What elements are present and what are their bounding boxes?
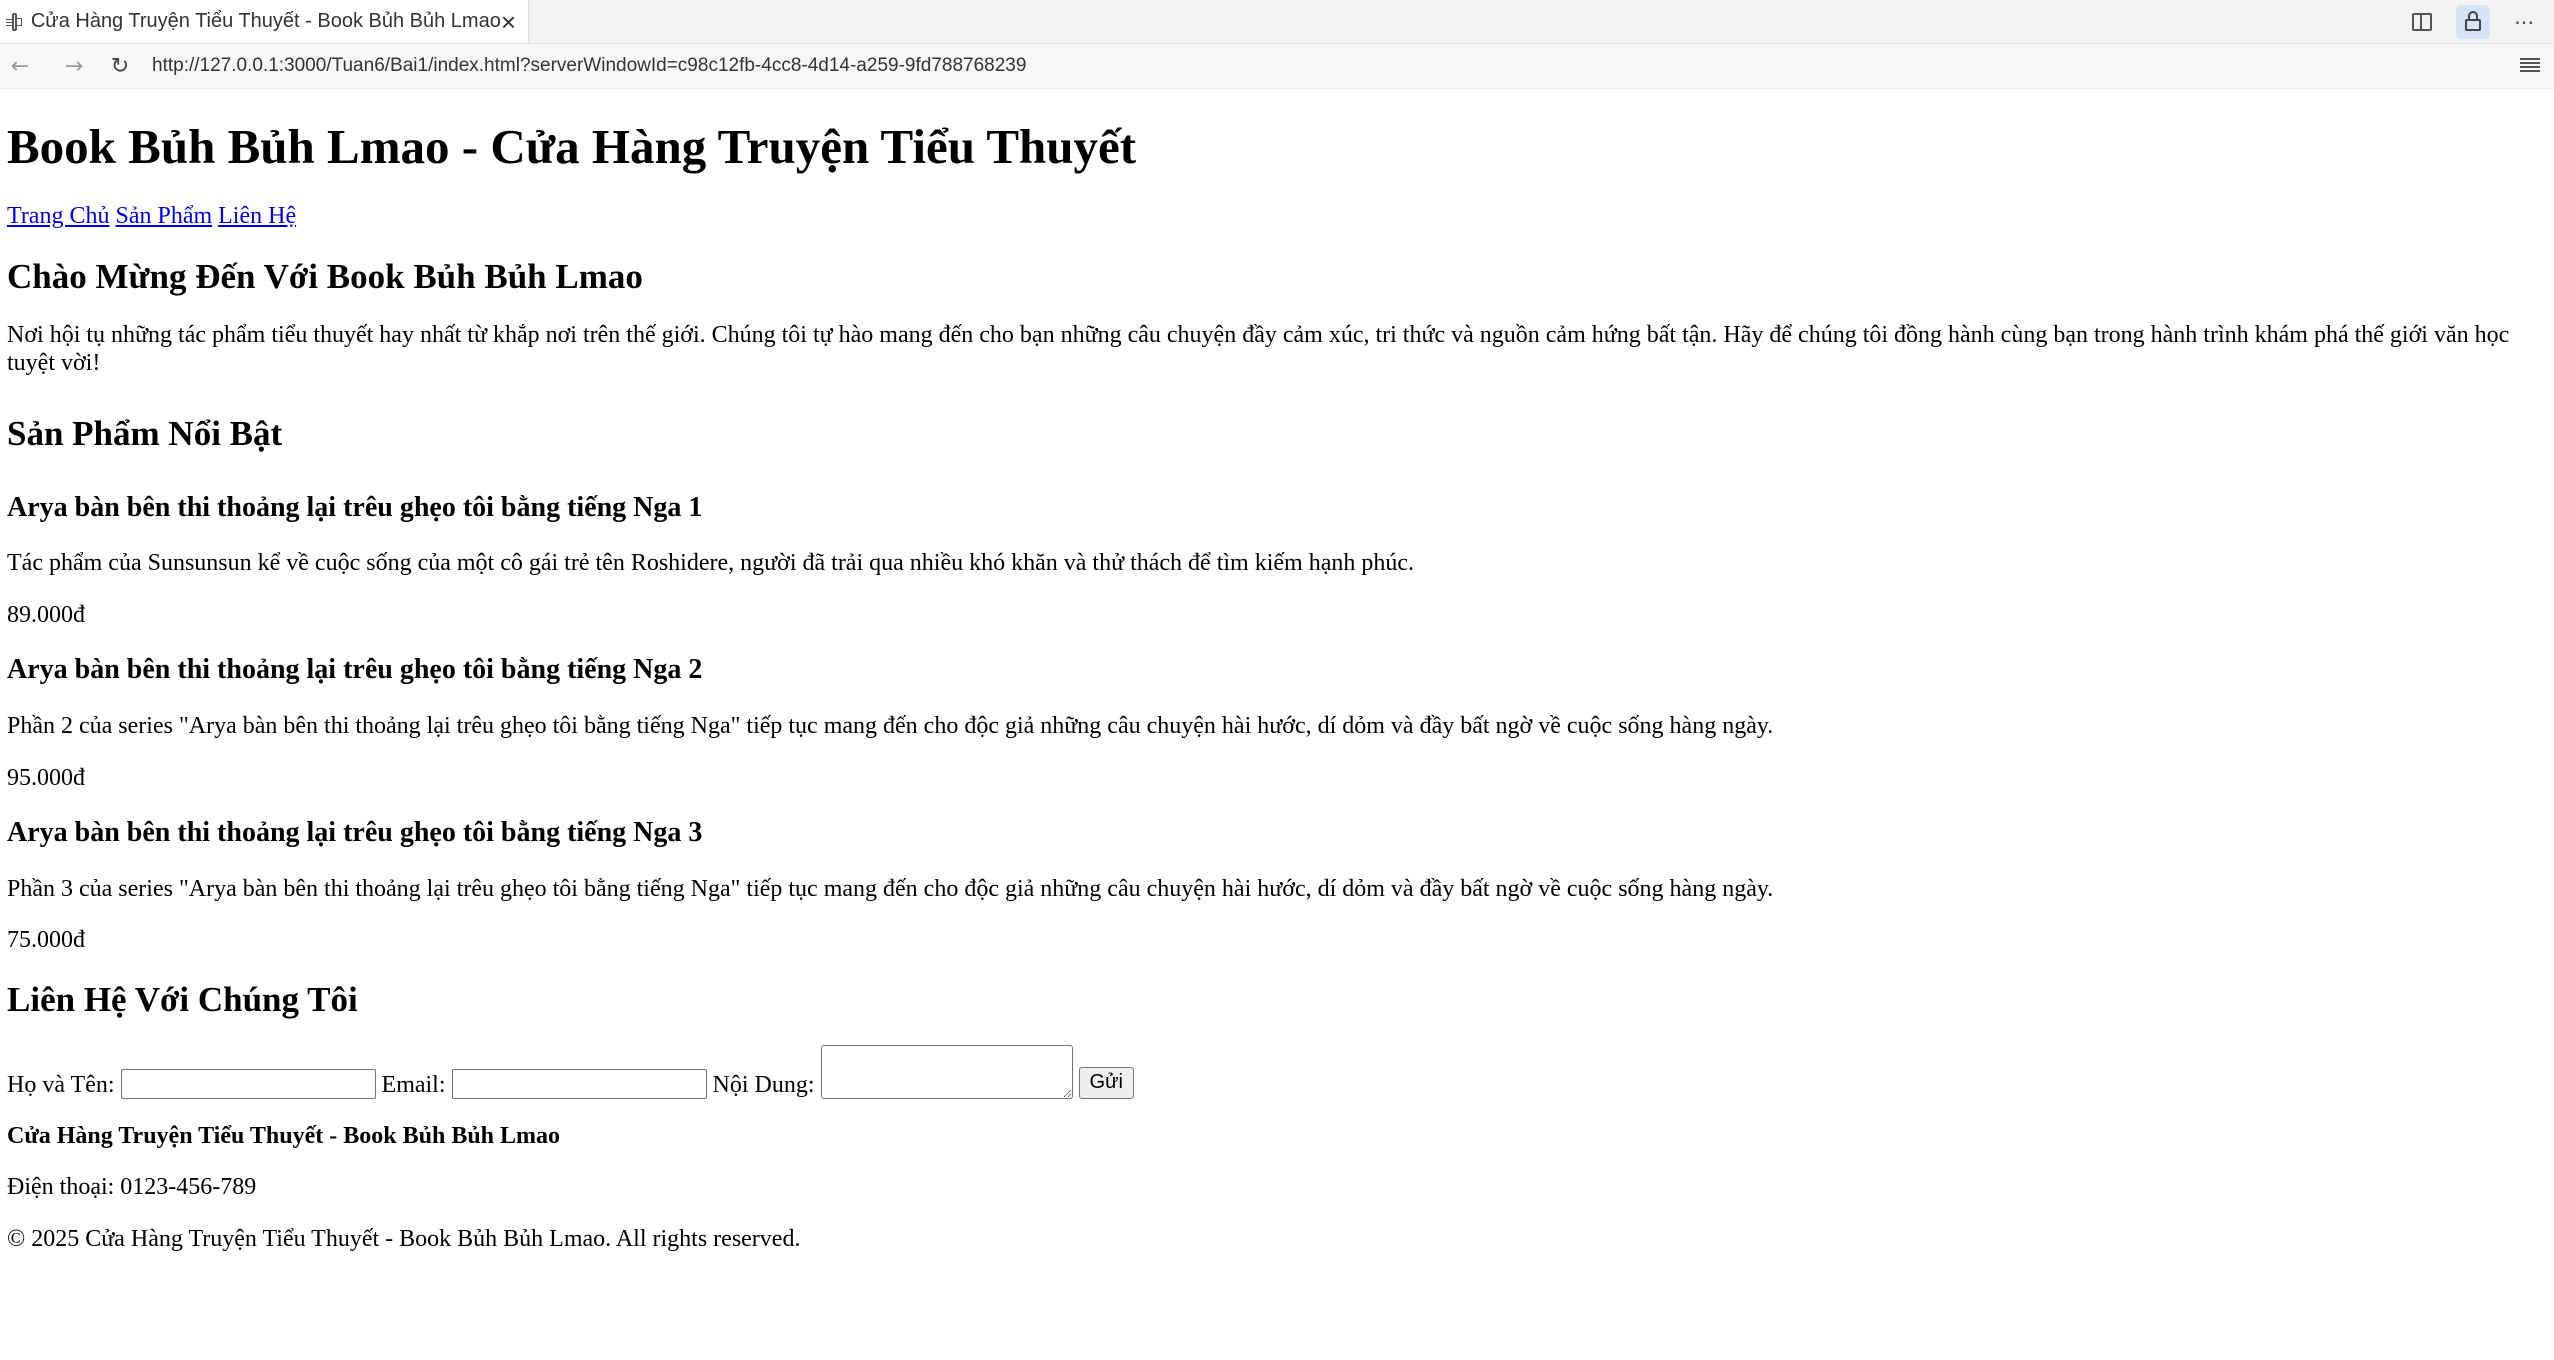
split-view-icon[interactable] bbox=[2410, 10, 2434, 34]
more-icon[interactable]: ⋯ bbox=[2512, 10, 2536, 34]
reader-mode-icon[interactable] bbox=[2520, 55, 2540, 75]
email-input[interactable] bbox=[451, 1068, 707, 1099]
name-label: Họ và Tên: bbox=[7, 1071, 115, 1098]
contact-form: Họ và Tên: Email: Nội Dung: Gửi bbox=[7, 1044, 2547, 1099]
footer-phone: Điện thoại: 0123-456-789 bbox=[7, 1174, 257, 1201]
product-item: Arya bàn bên thi thoảng lại trêu ghẹo tô… bbox=[7, 491, 2547, 630]
submit-button[interactable]: Gửi bbox=[1078, 1066, 1134, 1099]
nav-link-home[interactable]: Trang Chủ bbox=[7, 203, 109, 229]
product-description: Phần 3 của series "Arya bàn bên thi thoả… bbox=[7, 875, 1774, 902]
site-title: Book Bủh Bủh Lmao - Cửa Hàng Truyện Tiểu… bbox=[7, 119, 1137, 174]
products-section: Sản Phẩm Nổi Bật Arya bàn bên thi thoảng… bbox=[7, 413, 2547, 955]
name-input[interactable] bbox=[120, 1068, 376, 1099]
back-icon[interactable]: ← bbox=[8, 54, 32, 79]
tab-title: Cửa Hàng Truyện Tiểu Thuyết - Book Bủh B… bbox=[30, 10, 501, 32]
main-nav: Trang Chủ Sản Phẩm Liên Hệ bbox=[7, 203, 2547, 230]
product-price: 75.000đ bbox=[7, 927, 85, 954]
product-price: 95.000đ bbox=[7, 764, 85, 791]
product-name: Arya bàn bên thi thoảng lại trêu ghẹo tô… bbox=[7, 491, 703, 523]
forward-icon[interactable]: → bbox=[62, 54, 86, 79]
footer-copyright: © 2025 Cửa Hàng Truyện Tiểu Thuyết - Boo… bbox=[7, 1226, 801, 1253]
product-description: Phần 2 của series "Arya bàn bên thi thoả… bbox=[7, 712, 1774, 739]
products-title: Sản Phẩm Nổi Bật bbox=[7, 413, 283, 453]
close-icon[interactable]: × bbox=[501, 9, 516, 35]
welcome-title: Chào Mừng Đến Với Book Bủh Bủh Lmao bbox=[7, 257, 643, 297]
lock-button[interactable] bbox=[2456, 4, 2490, 39]
email-label: Email: bbox=[381, 1071, 446, 1098]
product-name: Arya bàn bên thi thoảng lại trêu ghẹo tô… bbox=[7, 654, 703, 686]
lock-icon bbox=[2465, 10, 2481, 31]
browser-tab[interactable]: Cửa Hàng Truyện Tiểu Thuyết - Book Bủh B… bbox=[0, 0, 529, 43]
url-field[interactable]: http://127.0.0.1:3000/Tuan6/Bai1/index.h… bbox=[152, 55, 1026, 77]
footer-store-name: Cửa Hàng Truyện Tiểu Thuyết - Book Bủh B… bbox=[7, 1122, 561, 1149]
product-description: Tác phẩm của Sunsunsun kể về cuộc sống c… bbox=[7, 550, 1414, 577]
welcome-section: Chào Mừng Đến Với Book Bủh Bủh Lmao Nơi … bbox=[7, 256, 2547, 377]
page-content: Book Bủh Bủh Lmao - Cửa Hàng Truyện Tiểu… bbox=[0, 119, 2554, 1254]
site-footer: Cửa Hàng Truyện Tiểu Thuyết - Book Bủh B… bbox=[7, 1123, 2547, 1254]
site-header: Book Bủh Bủh Lmao - Cửa Hàng Truyện Tiểu… bbox=[7, 119, 2547, 230]
product-item: Arya bàn bên thi thoảng lại trêu ghẹo tô… bbox=[7, 816, 2547, 955]
contact-section: Liên Hệ Với Chúng Tôi Họ và Tên: Email: … bbox=[7, 979, 2547, 1099]
product-item: Arya bàn bên thi thoảng lại trêu ghẹo tô… bbox=[7, 653, 2547, 792]
content-label: Nội Dung: bbox=[712, 1071, 815, 1098]
tabbar-actions: ⋯ bbox=[2410, 0, 2536, 43]
browser-tab-bar: Cửa Hàng Truyện Tiểu Thuyết - Book Bủh B… bbox=[0, 0, 2554, 44]
product-name: Arya bàn bên thi thoảng lại trêu ghẹo tô… bbox=[7, 817, 703, 849]
content-textarea[interactable] bbox=[820, 1044, 1073, 1099]
product-price: 89.000đ bbox=[7, 601, 85, 628]
address-bar: ← → ↻ http://127.0.0.1:3000/Tuan6/Bai1/i… bbox=[0, 44, 2554, 89]
page-icon bbox=[6, 12, 22, 31]
reload-icon[interactable]: ↻ bbox=[108, 54, 132, 79]
nav-link-products[interactable]: Sản Phẩm bbox=[115, 203, 212, 229]
welcome-text: Nơi hội tụ những tác phẩm tiểu thuyết ha… bbox=[7, 322, 2510, 376]
nav-link-contact[interactable]: Liên Hệ bbox=[218, 203, 296, 229]
contact-title: Liên Hệ Với Chúng Tôi bbox=[7, 979, 358, 1019]
